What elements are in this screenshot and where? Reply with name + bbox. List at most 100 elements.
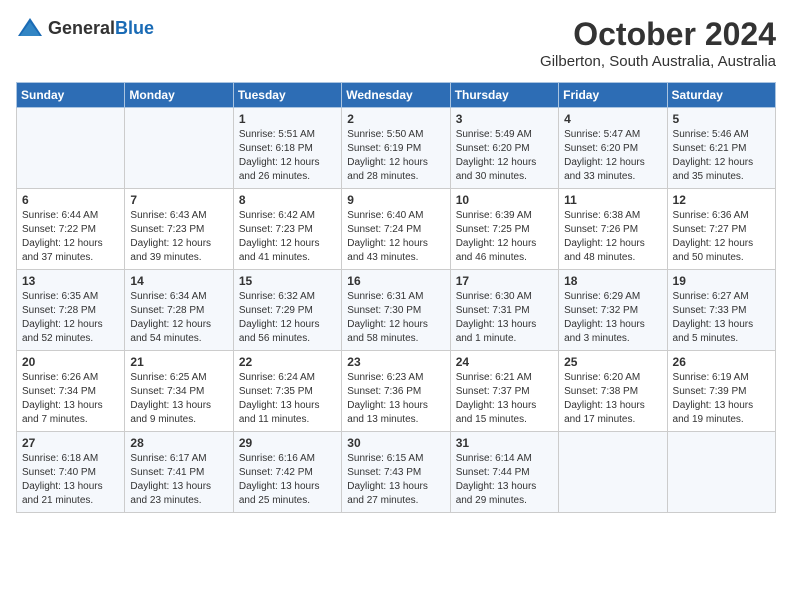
day-info: Sunrise: 5:49 AM Sunset: 6:20 PM Dayligh… [456, 128, 553, 184]
calendar-table: SundayMondayTuesdayWednesdayThursdayFrid… [16, 82, 776, 513]
day-number: 24 [456, 355, 553, 369]
calendar-cell: 6Sunrise: 6:44 AM Sunset: 7:22 PM Daylig… [17, 189, 125, 270]
day-number: 20 [22, 355, 119, 369]
calendar-cell: 22 Sunrise: 6:24 AM Sunset: 7:35 PM Dayli… [233, 351, 341, 432]
month-title: October 2024 [540, 16, 776, 53]
day-number: 5 [673, 112, 770, 126]
weekday-header: Saturday [667, 83, 775, 108]
calendar-cell: 15 Sunrise: 6:32 AM Sunset: 7:29 PM Dayli… [233, 270, 341, 351]
weekday-header: Sunday [17, 83, 125, 108]
day-info: Sunrise: 5:47 AM Sunset: 6:20 PM Dayligh… [564, 128, 661, 184]
calendar-cell: 17 Sunrise: 6:30 AM Sunset: 7:31 PM Dayli… [450, 270, 558, 351]
day-info: Sunrise: 6:14 AM Sunset: 7:44 PM Dayligh… [456, 452, 553, 508]
day-info: Sunrise: 6:15 AM Sunset: 7:43 PM Dayligh… [347, 452, 444, 508]
day-number: 27 [22, 436, 119, 450]
calendar-cell: 11 Sunrise: 6:38 AM Sunset: 7:26 PM Dayli… [559, 189, 667, 270]
day-number: 7 [130, 193, 227, 207]
day-info: Sunrise: 6:30 AM Sunset: 7:31 PM Dayligh… [456, 290, 553, 346]
day-info: Sunrise: 6:43 AM Sunset: 7:23 PM Dayligh… [130, 209, 227, 265]
calendar-cell [17, 108, 125, 189]
day-info: Sunrise: 6:29 AM Sunset: 7:32 PM Dayligh… [564, 290, 661, 346]
calendar-week-row: 6Sunrise: 6:44 AM Sunset: 7:22 PM Daylig… [17, 189, 776, 270]
day-info: Sunrise: 6:31 AM Sunset: 7:30 PM Dayligh… [347, 290, 444, 346]
day-info: Sunrise: 6:26 AM Sunset: 7:34 PM Dayligh… [22, 371, 119, 427]
calendar-cell: 10 Sunrise: 6:39 AM Sunset: 7:25 PM Dayli… [450, 189, 558, 270]
day-info: Sunrise: 6:39 AM Sunset: 7:25 PM Dayligh… [456, 209, 553, 265]
calendar-week-row: 1Sunrise: 5:51 AM Sunset: 6:18 PM Daylig… [17, 108, 776, 189]
day-number: 31 [456, 436, 553, 450]
location-title: Gilberton, South Australia, Australia [540, 53, 776, 70]
day-number: 28 [130, 436, 227, 450]
calendar-cell: 23 Sunrise: 6:23 AM Sunset: 7:36 PM Dayli… [342, 351, 450, 432]
day-number: 25 [564, 355, 661, 369]
day-number: 4 [564, 112, 661, 126]
day-number: 1 [239, 112, 336, 126]
calendar-cell: 7 Sunrise: 6:43 AM Sunset: 7:23 PM Daylig… [125, 189, 233, 270]
day-number: 11 [564, 193, 661, 207]
logo-text-blue: Blue [115, 18, 154, 38]
calendar-cell: 26Sunrise: 6:19 AM Sunset: 7:39 PM Dayli… [667, 351, 775, 432]
calendar-cell: 24 Sunrise: 6:21 AM Sunset: 7:37 PM Dayli… [450, 351, 558, 432]
calendar-cell: 19Sunrise: 6:27 AM Sunset: 7:33 PM Dayli… [667, 270, 775, 351]
calendar-cell: 21 Sunrise: 6:25 AM Sunset: 7:34 PM Dayli… [125, 351, 233, 432]
day-info: Sunrise: 5:50 AM Sunset: 6:19 PM Dayligh… [347, 128, 444, 184]
calendar-cell [125, 108, 233, 189]
day-info: Sunrise: 5:46 AM Sunset: 6:21 PM Dayligh… [673, 128, 770, 184]
day-info: Sunrise: 6:16 AM Sunset: 7:42 PM Dayligh… [239, 452, 336, 508]
day-info: Sunrise: 6:38 AM Sunset: 7:26 PM Dayligh… [564, 209, 661, 265]
day-number: 23 [347, 355, 444, 369]
day-number: 16 [347, 274, 444, 288]
calendar-week-row: 27 Sunrise: 6:18 AM Sunset: 7:40 PM Dayli… [17, 432, 776, 513]
calendar-cell: 1Sunrise: 5:51 AM Sunset: 6:18 PM Daylig… [233, 108, 341, 189]
weekday-header: Thursday [450, 83, 558, 108]
calendar-cell: 20 Sunrise: 6:26 AM Sunset: 7:34 PM Dayli… [17, 351, 125, 432]
day-info: Sunrise: 6:36 AM Sunset: 7:27 PM Dayligh… [673, 209, 770, 265]
day-info: Sunrise: 6:17 AM Sunset: 7:41 PM Dayligh… [130, 452, 227, 508]
calendar-cell: 2Sunrise: 5:50 AM Sunset: 6:19 PM Daylig… [342, 108, 450, 189]
calendar-cell: 3 Sunrise: 5:49 AM Sunset: 6:20 PM Daylig… [450, 108, 558, 189]
day-number: 17 [456, 274, 553, 288]
day-number: 21 [130, 355, 227, 369]
calendar-cell: 8Sunrise: 6:42 AM Sunset: 7:23 PM Daylig… [233, 189, 341, 270]
day-number: 15 [239, 274, 336, 288]
day-number: 22 [239, 355, 336, 369]
day-number: 29 [239, 436, 336, 450]
calendar-cell [559, 432, 667, 513]
page-header: GeneralBlue October 2024 Gilberton, Sout… [16, 16, 776, 70]
calendar-cell: 31 Sunrise: 6:14 AM Sunset: 7:44 PM Dayli… [450, 432, 558, 513]
day-info: Sunrise: 6:44 AM Sunset: 7:22 PM Dayligh… [22, 209, 119, 265]
calendar-cell: 29 Sunrise: 6:16 AM Sunset: 7:42 PM Dayli… [233, 432, 341, 513]
day-number: 14 [130, 274, 227, 288]
calendar-cell: 16 Sunrise: 6:31 AM Sunset: 7:30 PM Dayli… [342, 270, 450, 351]
day-number: 3 [456, 112, 553, 126]
calendar-cell: 30Sunrise: 6:15 AM Sunset: 7:43 PM Dayli… [342, 432, 450, 513]
day-number: 12 [673, 193, 770, 207]
day-info: Sunrise: 6:23 AM Sunset: 7:36 PM Dayligh… [347, 371, 444, 427]
day-number: 9 [347, 193, 444, 207]
calendar-week-row: 20 Sunrise: 6:26 AM Sunset: 7:34 PM Dayli… [17, 351, 776, 432]
day-info: Sunrise: 6:20 AM Sunset: 7:38 PM Dayligh… [564, 371, 661, 427]
day-number: 10 [456, 193, 553, 207]
calendar-cell [667, 432, 775, 513]
day-info: Sunrise: 6:35 AM Sunset: 7:28 PM Dayligh… [22, 290, 119, 346]
calendar-cell: 5 Sunrise: 5:46 AM Sunset: 6:21 PM Daylig… [667, 108, 775, 189]
calendar-cell: 27 Sunrise: 6:18 AM Sunset: 7:40 PM Dayli… [17, 432, 125, 513]
day-info: Sunrise: 6:21 AM Sunset: 7:37 PM Dayligh… [456, 371, 553, 427]
day-number: 18 [564, 274, 661, 288]
calendar-header-row: SundayMondayTuesdayWednesdayThursdayFrid… [17, 83, 776, 108]
weekday-header: Wednesday [342, 83, 450, 108]
day-number: 19 [673, 274, 770, 288]
day-info: Sunrise: 6:42 AM Sunset: 7:23 PM Dayligh… [239, 209, 336, 265]
calendar-cell: 9 Sunrise: 6:40 AM Sunset: 7:24 PM Daylig… [342, 189, 450, 270]
day-info: Sunrise: 6:40 AM Sunset: 7:24 PM Dayligh… [347, 209, 444, 265]
day-info: Sunrise: 6:32 AM Sunset: 7:29 PM Dayligh… [239, 290, 336, 346]
day-info: Sunrise: 6:18 AM Sunset: 7:40 PM Dayligh… [22, 452, 119, 508]
calendar-cell: 18 Sunrise: 6:29 AM Sunset: 7:32 PM Dayli… [559, 270, 667, 351]
day-info: Sunrise: 6:19 AM Sunset: 7:39 PM Dayligh… [673, 371, 770, 427]
logo-text-general: General [48, 18, 115, 38]
day-info: Sunrise: 6:34 AM Sunset: 7:28 PM Dayligh… [130, 290, 227, 346]
day-info: Sunrise: 6:25 AM Sunset: 7:34 PM Dayligh… [130, 371, 227, 427]
weekday-header: Tuesday [233, 83, 341, 108]
logo: GeneralBlue [16, 16, 154, 40]
day-info: Sunrise: 6:24 AM Sunset: 7:35 PM Dayligh… [239, 371, 336, 427]
